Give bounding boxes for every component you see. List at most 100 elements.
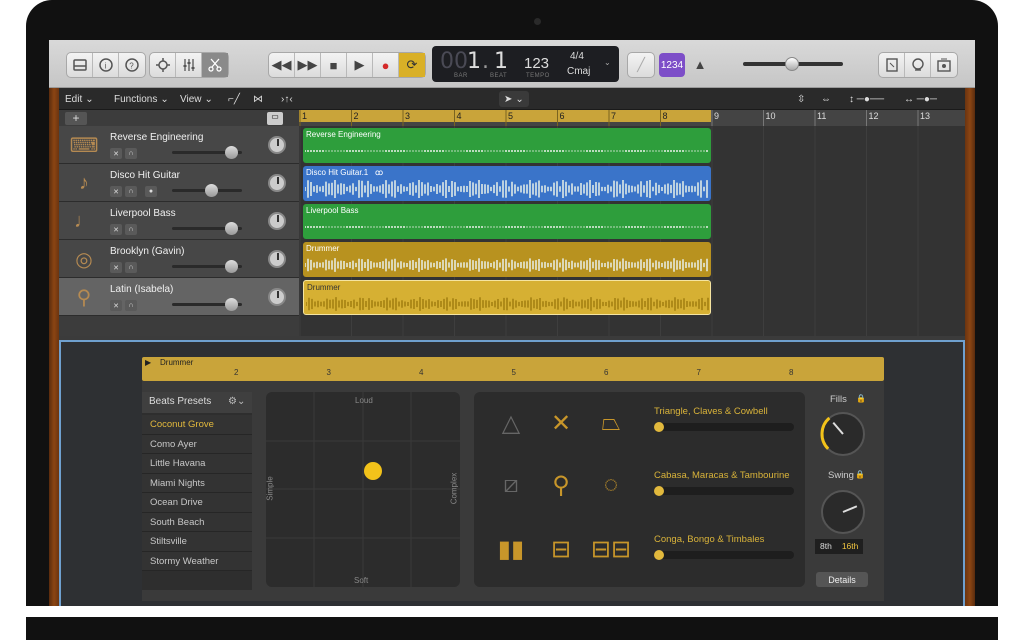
details-button[interactable]: Details bbox=[816, 572, 868, 587]
global-tracks-icon[interactable]: ▭ bbox=[267, 112, 283, 125]
lcd-chevron-icon[interactable]: ⌄ bbox=[604, 58, 611, 67]
volume-fader[interactable] bbox=[172, 222, 242, 235]
preset-item[interactable]: Coconut Grove bbox=[142, 415, 252, 435]
track-region[interactable]: Drummer bbox=[303, 242, 711, 277]
triangle-icon[interactable]: △ bbox=[496, 408, 526, 438]
track-header[interactable]: ⌨ Reverse Engineering ✕ ∩ bbox=[59, 126, 299, 164]
lcd-tempo[interactable]: 123 bbox=[524, 55, 549, 72]
track-header[interactable]: ♩ Liverpool Bass ✕ ∩ bbox=[59, 202, 299, 240]
cycle-icon[interactable]: ⟳ bbox=[399, 53, 425, 77]
swing-knob[interactable] bbox=[818, 487, 868, 537]
view-menu[interactable]: View ⌄ bbox=[180, 91, 213, 107]
region-loop-icon[interactable]: ꝏ bbox=[375, 168, 383, 177]
library-icon[interactable] bbox=[67, 53, 93, 77]
loop-browser-icon[interactable] bbox=[905, 53, 931, 77]
add-track-icon[interactable]: + bbox=[65, 112, 87, 125]
lcd-key[interactable]: Cmaj bbox=[567, 66, 590, 77]
count-in-button[interactable]: 1234 bbox=[659, 53, 685, 77]
cowbell-icon[interactable]: ⏢ bbox=[596, 408, 626, 438]
headphones-icon[interactable]: ∩ bbox=[125, 148, 137, 159]
group-slider-3[interactable] bbox=[654, 550, 794, 560]
group-slider-1[interactable] bbox=[654, 422, 794, 432]
pan-knob[interactable] bbox=[268, 250, 286, 268]
volume-fader-knob[interactable] bbox=[224, 146, 238, 159]
pan-knob[interactable] bbox=[268, 212, 286, 230]
gear-icon[interactable]: ⚙⌄ bbox=[228, 396, 245, 407]
metronome-icon[interactable]: ▲ bbox=[687, 52, 713, 76]
group-slider-1-knob[interactable] bbox=[654, 422, 664, 432]
volume-fader-knob[interactable] bbox=[224, 260, 238, 273]
volume-fader[interactable] bbox=[172, 260, 242, 273]
preset-item[interactable]: Como Ayer bbox=[142, 434, 252, 454]
group-slider-2[interactable] bbox=[654, 486, 794, 496]
mute-icon[interactable]: ✕ bbox=[110, 224, 122, 235]
volume-fader[interactable] bbox=[172, 184, 242, 197]
track-header[interactable]: ♪ Disco Hit Guitar ✕ ∩ ● bbox=[59, 164, 299, 202]
master-volume-slider[interactable] bbox=[743, 57, 843, 71]
preset-item[interactable]: Little Havana bbox=[142, 454, 252, 474]
headphones-icon[interactable]: ∩ bbox=[125, 186, 137, 197]
swing-lock-icon[interactable]: 🔒 bbox=[855, 470, 865, 479]
fit-icon[interactable]: ⇔ bbox=[821, 91, 831, 107]
track-header[interactable]: ◎ Brooklyn (Gavin) ✕ ∩ bbox=[59, 240, 299, 278]
automation-icon[interactable]: ⌐╱ bbox=[228, 91, 240, 107]
timbales-icon[interactable]: ⊟⊟ bbox=[591, 534, 631, 564]
help-icon[interactable]: ? bbox=[119, 53, 145, 77]
lcd-signature[interactable]: 4/4 bbox=[570, 51, 584, 62]
scissors-icon[interactable] bbox=[202, 53, 228, 77]
xy-pad[interactable]: Loud Soft Simple Complex bbox=[266, 392, 460, 587]
track-region[interactable]: Disco Hit Guitar.1 ꝏ bbox=[303, 166, 711, 201]
headphones-icon[interactable]: ∩ bbox=[125, 224, 137, 235]
record-icon[interactable]: ● bbox=[373, 53, 399, 77]
pointer-tool[interactable]: ➤ ⌄ bbox=[499, 91, 529, 107]
input-monitor-icon[interactable]: ● bbox=[145, 186, 157, 197]
play-icon[interactable]: ▶ bbox=[347, 53, 373, 77]
master-volume-knob[interactable] bbox=[785, 57, 799, 71]
mute-icon[interactable]: ✕ bbox=[110, 186, 122, 197]
group-slider-2-knob[interactable] bbox=[654, 486, 664, 496]
bongo-icon[interactable]: ⊟ bbox=[546, 534, 576, 564]
flex-icon[interactable]: ⋈ bbox=[253, 91, 263, 107]
drummer-ruler[interactable]: ▶ Drummer 2 3 4 5 6 7 8 bbox=[142, 357, 884, 381]
inspector-icon[interactable]: i bbox=[93, 53, 119, 77]
fills-knob[interactable] bbox=[818, 409, 868, 459]
mute-icon[interactable]: ✕ bbox=[110, 300, 122, 311]
edit-menu[interactable]: Edit ⌄ bbox=[65, 91, 94, 107]
tambourine-icon[interactable]: ◌ bbox=[596, 470, 626, 500]
catch-icon[interactable]: ›↑‹ bbox=[281, 91, 293, 107]
track-region[interactable]: Liverpool Bass bbox=[303, 204, 711, 239]
lcd-display[interactable]: 00 1 . 1 BAR BEAT 123 TEMPO 4/4 Cmaj ⌄ bbox=[432, 46, 619, 82]
mute-icon[interactable]: ✕ bbox=[110, 148, 122, 159]
fast-forward-icon[interactable]: ▶▶ bbox=[295, 53, 321, 77]
group-slider-3-knob[interactable] bbox=[654, 550, 664, 560]
vertical-zoom-icon[interactable]: ⇳ bbox=[797, 91, 805, 107]
media-browser-icon[interactable] bbox=[931, 53, 957, 77]
xy-puck[interactable] bbox=[364, 462, 382, 480]
volume-fader[interactable] bbox=[172, 146, 242, 159]
volume-fader-knob[interactable] bbox=[224, 298, 238, 311]
rewind-icon[interactable]: ◀◀ bbox=[269, 53, 295, 77]
play-icon-small[interactable]: ▶ bbox=[145, 358, 151, 367]
fills-lock-icon[interactable]: 🔒 bbox=[856, 394, 866, 403]
smart-controls-icon[interactable] bbox=[150, 53, 176, 77]
claves-icon[interactable]: ✕ bbox=[546, 408, 576, 438]
tuner-icon[interactable]: ╱ bbox=[628, 53, 654, 77]
preset-item[interactable]: Miami Nights bbox=[142, 473, 252, 493]
swing-16th-button[interactable]: 16th bbox=[836, 539, 864, 554]
stop-icon[interactable]: ■ bbox=[321, 53, 347, 77]
track-region[interactable]: Reverse Engineering bbox=[303, 128, 711, 163]
preset-item[interactable]: Stiltsville bbox=[142, 532, 252, 552]
swing-8th-button[interactable]: 8th bbox=[815, 539, 837, 554]
horizontal-zoom-slider[interactable]: ↔ ─●─ bbox=[904, 91, 937, 107]
volume-fader-knob[interactable] bbox=[204, 184, 218, 197]
maracas-icon[interactable]: ⚲ bbox=[546, 470, 576, 500]
headphones-icon[interactable]: ∩ bbox=[125, 262, 137, 273]
preset-item[interactable]: South Beach bbox=[142, 512, 252, 532]
track-header[interactable]: ⚲ Latin (Isabela) ✕ ∩ bbox=[59, 278, 299, 316]
preset-item[interactable]: Ocean Drive bbox=[142, 493, 252, 513]
pan-knob[interactable] bbox=[268, 288, 286, 306]
preset-item[interactable]: Stormy Weather bbox=[142, 551, 252, 571]
conga-icon[interactable]: ▮▮ bbox=[496, 534, 526, 564]
volume-fader[interactable] bbox=[172, 298, 242, 311]
mute-icon[interactable]: ✕ bbox=[110, 262, 122, 273]
